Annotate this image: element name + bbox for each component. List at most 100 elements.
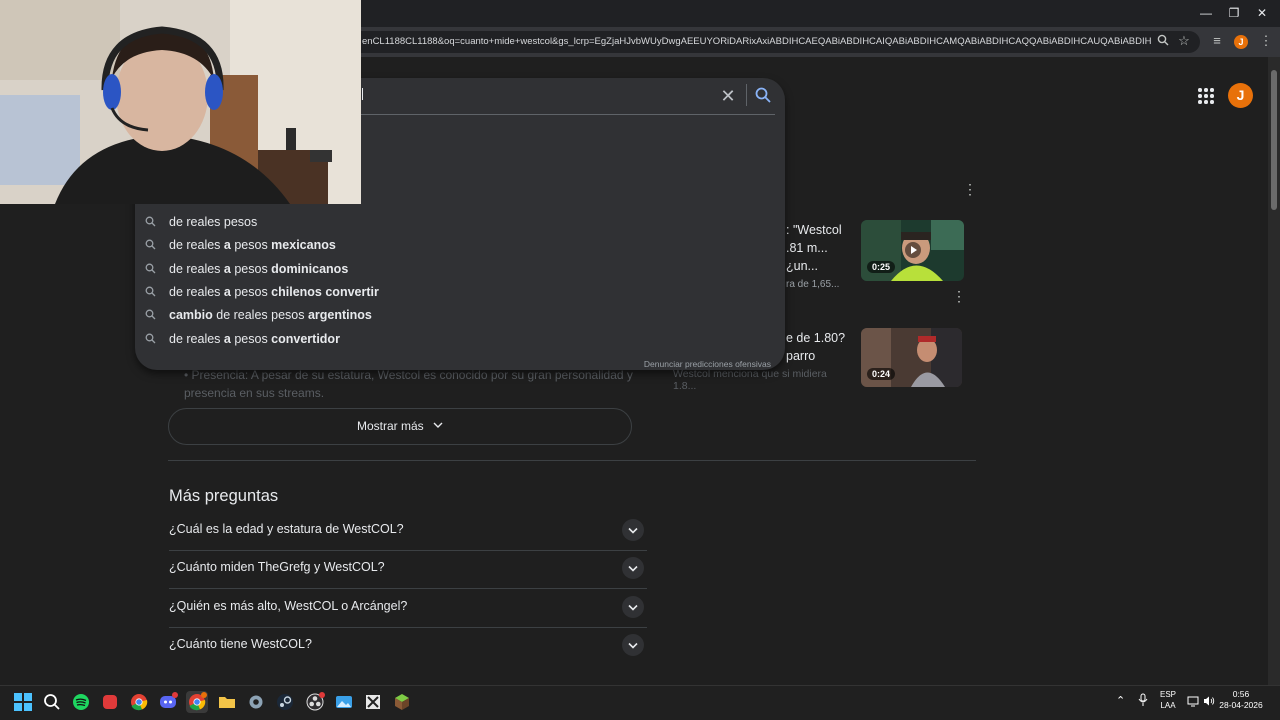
faded-bullet-text-2: presencia en sus streams.: [184, 386, 325, 400]
suggestion-text: pesos: [230, 238, 272, 252]
faded-video-sub: Westcol menciona que si midiera 1.8...: [673, 368, 827, 392]
microphone-icon[interactable]: [1137, 693, 1149, 707]
suggestion-item[interactable]: de reales a pesos dominicanos: [145, 258, 705, 280]
bookmark-star-icon[interactable]: ☆: [1176, 34, 1192, 50]
url-text[interactable]: enCL1188CL1188&oq=cuanto+mide+westcol&gs…: [362, 36, 1152, 47]
reading-list-icon[interactable]: ≡: [1209, 34, 1225, 50]
faded-answer-text: • Presencia: A pesar de su estatura, Wes…: [184, 368, 633, 400]
suggestion-item[interactable]: cambio de reales pesos argentinos: [145, 304, 705, 326]
lang-line-2: LAA: [1160, 701, 1176, 710]
app-red-icon[interactable]: [99, 691, 121, 713]
suggestion-text: convertidor: [271, 332, 340, 346]
suggestion-text: a: [223, 262, 231, 276]
video-sub: ra de 1,65...: [786, 279, 840, 290]
video-menu-icon[interactable]: ⋮: [952, 289, 966, 303]
text-cursor: [362, 88, 368, 100]
network-icon[interactable]: [1187, 694, 1199, 707]
chevron-down-icon[interactable]: [622, 519, 644, 541]
clock-date: 28-04-2026: [1219, 700, 1263, 710]
suggestion-item[interactable]: de reales a pesos mexicanos: [145, 234, 705, 256]
video-title-line-1: : "Westcol: [786, 223, 842, 237]
zoom-icon[interactable]: [1155, 34, 1171, 50]
chevron-down-icon[interactable]: [622, 634, 644, 656]
suggestion-text: pesos: [230, 262, 272, 276]
suggestion-text: de reales: [169, 332, 224, 346]
restore-icon[interactable]: ❐: [1224, 4, 1244, 22]
obs-icon[interactable]: [304, 691, 326, 713]
suggestion-item[interactable]: de reales a pesos chilenos convertir: [145, 281, 705, 303]
search-icon: [145, 286, 156, 297]
video-card-1[interactable]: : "Westcol .81 m... ¿un... ra de 1,65...: [786, 221, 856, 290]
report-predictions-link[interactable]: Denunciar predicciones ofensivas: [560, 359, 771, 369]
chevron-down-icon[interactable]: [622, 557, 644, 579]
suggestion-text: mexicanos: [271, 238, 336, 252]
chrome-icon[interactable]: [128, 691, 150, 713]
question-item[interactable]: ¿Cuál es la edad y estatura de WestCOL?: [169, 513, 647, 551]
play-icon: [905, 242, 921, 258]
video-card-2[interactable]: e de 1.80? parro: [786, 329, 856, 365]
question-item[interactable]: ¿Quién es más alto, WestCOL o Arcángel?: [169, 590, 647, 628]
search-divider: [746, 84, 747, 106]
browser-menu-icon[interactable]: ⋮: [1258, 34, 1274, 50]
section-menu-icon[interactable]: ⋮: [963, 182, 977, 196]
start-menu-icon[interactable]: [12, 691, 34, 713]
taskbar-search-icon[interactable]: [41, 691, 63, 713]
discord-icon[interactable]: [157, 691, 179, 713]
steam-icon[interactable]: [274, 691, 296, 713]
more-questions-title: Más preguntas: [169, 487, 279, 505]
search-icon: [145, 333, 156, 344]
tray-overflow-icon[interactable]: ⌃: [1116, 694, 1125, 707]
suggestion-text: dominicanos: [271, 262, 349, 276]
settings-icon[interactable]: [245, 691, 267, 713]
minecraft-icon[interactable]: [391, 691, 413, 713]
suggestion-text: de reales pesos: [212, 308, 308, 322]
question-item[interactable]: ¿Cuánto tiene WestCOL?: [169, 628, 647, 666]
input-language-indicator[interactable]: ESP LAA: [1156, 689, 1180, 711]
scrollbar-thumb[interactable]: [1271, 70, 1277, 210]
clear-search-icon[interactable]: ✕: [718, 86, 738, 106]
clock[interactable]: 0:56 28-04-2026: [1214, 689, 1268, 711]
file-explorer-icon[interactable]: [216, 691, 238, 713]
search-icon: [145, 263, 156, 274]
suggestion-item[interactable]: de reales a pesos convertidor: [145, 328, 705, 350]
suggestion-text: pesos: [230, 285, 272, 299]
video-title-line-1: e de 1.80?: [786, 331, 846, 345]
suggestion-text: chilenos convertir: [271, 285, 379, 299]
search-icon: [145, 216, 156, 227]
video-title-line-2: parro: [786, 349, 816, 363]
question-item[interactable]: ¿Cuánto miden TheGrefg y WestCOL?: [169, 551, 647, 589]
spotify-icon[interactable]: [70, 691, 92, 713]
video-duration: 0:25: [867, 261, 896, 273]
suggestion-text: cambio: [169, 308, 213, 322]
chrome-active-icon[interactable]: [186, 691, 208, 713]
suggestion-text: de reales: [169, 262, 224, 276]
photos-icon[interactable]: [333, 691, 355, 713]
game-app-icon[interactable]: [362, 691, 384, 713]
suggestion-text: de reales: [169, 285, 224, 299]
account-avatar[interactable]: J: [1228, 83, 1253, 108]
suggestion-item[interactable]: de reales pesos: [145, 211, 705, 233]
show-more-label: Mostrar más: [356, 419, 424, 433]
search-input[interactable]: [362, 84, 712, 106]
close-window-icon[interactable]: ✕: [1252, 4, 1272, 22]
suggestion-text: argentinos: [307, 308, 372, 322]
video-duration: 0:24: [867, 368, 896, 380]
chevron-down-icon[interactable]: [622, 596, 644, 618]
chevron-down-icon: [433, 422, 443, 428]
search-icon[interactable]: [754, 86, 772, 104]
section-divider: [168, 460, 976, 461]
webcam-overlay: [0, 0, 361, 204]
clock-time: 0:56: [1232, 689, 1250, 699]
browser-profile-avatar[interactable]: J: [1234, 35, 1248, 49]
lang-line-1: ESP: [1159, 690, 1176, 699]
question-text: ¿Cuál es la edad y estatura de WestCOL?: [169, 522, 404, 536]
faded-bullet-text: Presencia: A pesar de su estatura, Westc…: [191, 368, 633, 382]
video-thumbnail-1[interactable]: 0:25: [861, 220, 964, 281]
question-text: ¿Cuánto tiene WestCOL?: [169, 637, 312, 651]
show-more-button[interactable]: Mostrar más: [168, 408, 632, 445]
suggestion-text: de reales pesos: [169, 215, 258, 229]
google-apps-icon[interactable]: [1197, 87, 1215, 105]
minimize-icon[interactable]: —: [1196, 4, 1216, 22]
video-thumbnail-2[interactable]: 0:24: [861, 328, 962, 387]
suggestion-text: pesos: [230, 332, 272, 346]
